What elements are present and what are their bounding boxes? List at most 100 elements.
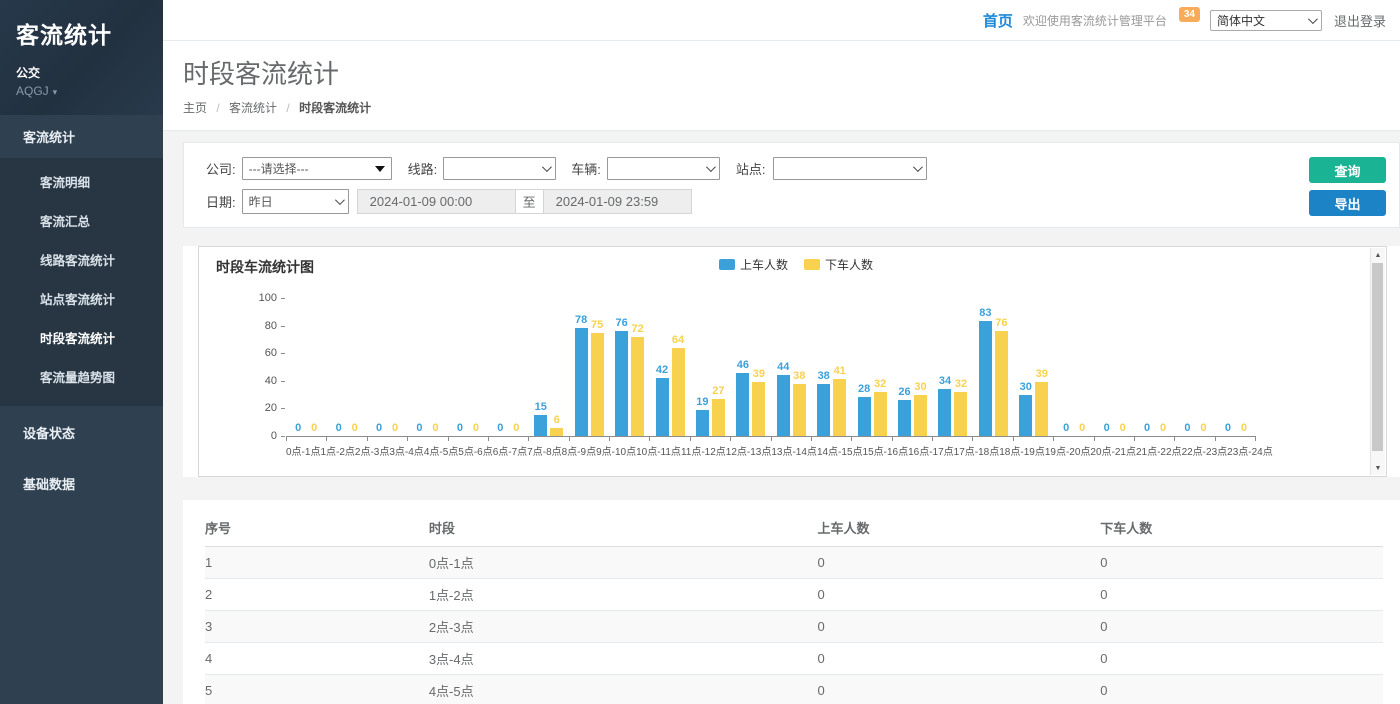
bar-group: 00 [448, 299, 488, 436]
bar-column: 27 [712, 386, 725, 436]
legend-item[interactable]: 下车人数 [804, 256, 873, 273]
bar-value-label: 0 [1225, 423, 1231, 434]
dropdown-arrow-icon [375, 166, 385, 172]
bar-column: 78 [575, 315, 588, 436]
chevron-down-icon [335, 195, 345, 205]
line-select[interactable] [443, 157, 556, 180]
sidebar-item[interactable]: 时段客流统计 [0, 318, 163, 357]
x-axis-label: 11点-12点 [681, 443, 726, 458]
vehicle-label: 车辆: [571, 159, 601, 178]
x-axis-label: 5点-6点 [458, 443, 492, 458]
chevron-down-icon [542, 162, 552, 172]
bar-value-label: 0 [295, 423, 301, 434]
bar-value-label: 6 [554, 415, 560, 426]
bar-column: 0 [1060, 423, 1073, 436]
bar-column: 0 [389, 423, 402, 436]
language-select[interactable]: 简体中文 [1210, 10, 1322, 31]
table-cell: 0 [1100, 579, 1383, 611]
bar-value-label: 0 [352, 423, 358, 434]
vehicle-select[interactable] [607, 157, 720, 180]
bar-value-label: 15 [535, 402, 547, 413]
company-label: 公司: [206, 159, 236, 178]
bar-group: 4438 [771, 299, 811, 436]
bar-column: 0 [308, 423, 321, 436]
bar-column: 46 [736, 360, 749, 436]
table-row: 10点-1点00 [205, 547, 1383, 579]
org-code-dropdown[interactable]: AQGJ▾ [16, 84, 147, 98]
bar-column: 64 [672, 335, 685, 436]
sidebar-item[interactable]: 站点客流统计 [0, 279, 163, 318]
logout-link[interactable]: 退出登录 [1334, 11, 1386, 30]
y-axis-tick: 40 [247, 375, 277, 387]
y-axis-tick: 80 [247, 320, 277, 332]
bar-value-label: 30 [1020, 382, 1032, 393]
bar-column: 30 [1019, 382, 1032, 436]
table-cell: 3 [205, 611, 429, 643]
breadcrumb-current: 时段客流统计 [299, 101, 371, 115]
bar [833, 379, 846, 436]
bar-value-label: 0 [1241, 423, 1247, 434]
bar [793, 384, 806, 436]
breadcrumb-section[interactable]: 客流统计 [229, 101, 277, 115]
x-axis-label: 4点-5点 [424, 443, 458, 458]
bar-group: 8376 [973, 299, 1013, 436]
filter-row-2: 日期: 昨日 2024-01-09 00:00 至 2024-01-09 23:… [206, 190, 1299, 213]
table-cell: 0点-1点 [429, 547, 818, 579]
x-axis-label: 17点-18点 [954, 443, 1000, 458]
x-axis-label: 19点-20点 [1045, 443, 1091, 458]
table-cell: 0 [1100, 547, 1383, 579]
table-cell: 5 [205, 675, 429, 704]
sidebar-item[interactable]: 线路客流统计 [0, 240, 163, 279]
export-button[interactable]: 导出 [1309, 190, 1386, 216]
bar-value-label: 34 [939, 376, 951, 387]
bar-value-label: 0 [513, 423, 519, 434]
chart-plot: 020406080100 000000000000156787576724264… [286, 299, 1256, 437]
breadcrumb-home[interactable]: 主页 [183, 101, 207, 115]
sidebar-submenu: 客流明细客流汇总线路客流统计站点客流统计时段客流统计客流量趋势图 [0, 158, 163, 406]
table-cell: 0 [818, 643, 1101, 675]
table-cell: 3点-4点 [429, 643, 818, 675]
bar-value-label: 44 [777, 362, 789, 373]
legend-item[interactable]: 上车人数 [719, 256, 788, 273]
bar-column: 0 [332, 423, 345, 436]
scroll-up-icon[interactable]: ▲ [1371, 248, 1385, 262]
station-select[interactable] [773, 157, 927, 180]
bar [979, 321, 992, 436]
scroll-down-icon[interactable]: ▼ [1371, 461, 1385, 475]
bar-group: 1927 [690, 299, 730, 436]
date-preset-select[interactable]: 昨日 [242, 189, 349, 214]
sidebar-item-device-status[interactable]: 设备状态 [0, 408, 163, 457]
sidebar-item-base-data[interactable]: 基础数据 [0, 459, 163, 508]
bar-column: 42 [656, 365, 669, 436]
breadcrumb-separator: / [216, 101, 219, 115]
scrollbar-thumb[interactable] [1372, 263, 1383, 451]
table-cell: 1 [205, 547, 429, 579]
bar-group: 00 [326, 299, 366, 436]
bar [696, 410, 709, 436]
bar-value-label: 0 [1144, 423, 1150, 434]
home-link[interactable]: 首页 [983, 10, 1013, 31]
bar-column: 32 [874, 379, 887, 436]
table-cell: 0 [818, 579, 1101, 611]
y-axis-tick: 20 [247, 402, 277, 414]
bar-column: 6 [550, 415, 563, 436]
sidebar-section-passenger-stats[interactable]: 客流统计 [0, 115, 163, 158]
date-end-input[interactable]: 2024-01-09 23:59 [543, 189, 692, 214]
chart-scrollbar[interactable]: ▲ ▼ [1370, 248, 1385, 475]
notification-badge[interactable]: 34 [1179, 7, 1200, 22]
bar-group: 00 [1216, 299, 1256, 436]
sidebar-item[interactable]: 客流量趋势图 [0, 357, 163, 396]
company-select[interactable]: ---请选择--- [242, 157, 392, 180]
x-axis-label: 10点-11点 [636, 443, 681, 458]
table-cell: 0 [818, 611, 1101, 643]
date-start-input[interactable]: 2024-01-09 00:00 [357, 189, 516, 214]
bar [914, 395, 927, 436]
bar-column: 34 [938, 376, 951, 436]
chart-panel: 时段车流统计图 上车人数下车人数 020406080100 0000000000… [183, 246, 1400, 477]
bar-group: 4264 [650, 299, 690, 436]
welcome-text: 欢迎使用客流统计管理平台 [1023, 12, 1167, 29]
search-button[interactable]: 查询 [1309, 157, 1386, 183]
sidebar-item[interactable]: 客流汇总 [0, 201, 163, 240]
chart-x-labels: 0点-1点1点-2点2点-3点3点-4点4点-5点5点-6点6点-7点7点-8点… [286, 443, 1256, 458]
sidebar-item[interactable]: 客流明细 [0, 162, 163, 201]
